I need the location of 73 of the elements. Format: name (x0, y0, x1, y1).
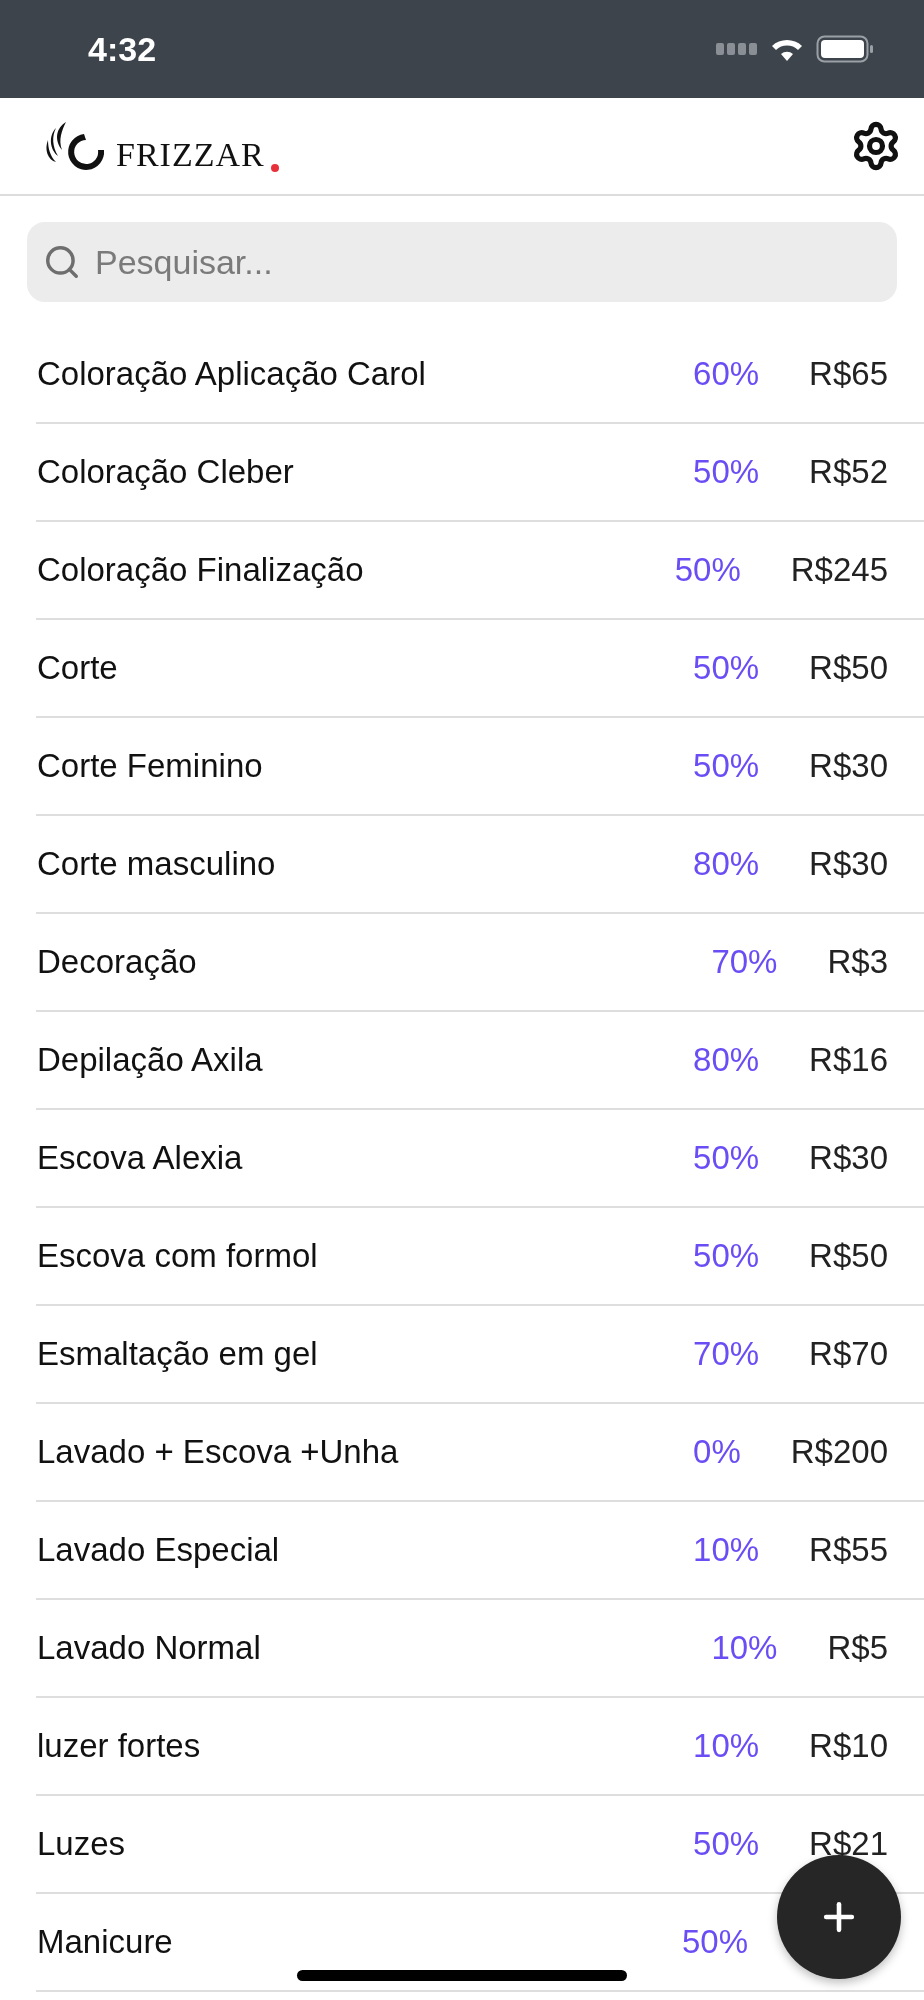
commission-percent: 50% (681, 1923, 748, 1961)
commission-percent: 50% (693, 1825, 760, 1863)
commission-percent: 0% (693, 1433, 741, 1471)
signal-icon (716, 43, 758, 55)
commission-percent: 50% (693, 1139, 760, 1177)
service-row[interactable]: Lavado Especial 10% R$55 (36, 1502, 924, 1600)
commission-percent: 50% (674, 551, 741, 589)
service-price: R$50 (809, 1237, 888, 1275)
service-row[interactable]: Lavado + Escova +Unha 0% R$200 (36, 1404, 924, 1502)
service-name: Coloração Cleber (37, 453, 295, 491)
logo-dot-icon (270, 164, 279, 172)
service-row[interactable]: Corte 50% R$50 (36, 620, 924, 718)
service-name: Corte masculino (37, 845, 277, 883)
service-name: Lavado Especial (37, 1531, 281, 1569)
service-name: Lavado + Escova +Unha (37, 1433, 400, 1471)
commission-percent: 50% (693, 649, 760, 687)
service-price: R$16 (809, 1041, 888, 1079)
service-name: Escova Alexia (37, 1139, 244, 1177)
service-row[interactable]: luzer fortes 10% R$10 (36, 1698, 924, 1796)
service-price: R$70 (809, 1335, 888, 1373)
service-row[interactable]: Coloração Aplicação Carol 60% R$65 (36, 326, 924, 424)
service-name: Esmaltação em gel (37, 1335, 319, 1373)
search-icon (43, 243, 81, 281)
service-price: R$30 (809, 845, 888, 883)
battery-icon (816, 35, 874, 63)
commission-percent: 70% (711, 943, 778, 981)
commission-percent: 50% (693, 1237, 760, 1275)
add-button[interactable] (777, 1855, 901, 1979)
search-field[interactable]: Pesquisar... (27, 222, 897, 302)
service-row[interactable]: Corte Feminino 50% R$30 (36, 718, 924, 816)
service-row[interactable]: Decoração 70% R$3 (36, 914, 924, 1012)
service-price: R$52 (809, 453, 888, 491)
service-price: R$10 (809, 1727, 888, 1765)
service-price: R$21 (809, 1825, 888, 1863)
commission-percent: 70% (693, 1335, 760, 1373)
service-row[interactable]: Coloração Finalização 50% R$245 (36, 522, 924, 620)
service-row[interactable]: Coloração Cleber 50% R$52 (36, 424, 924, 522)
logo-text: FRIZZAR (116, 138, 265, 172)
service-price: R$65 (809, 355, 888, 393)
service-name: Depilação Axila (37, 1041, 264, 1079)
service-price: R$30 (809, 747, 888, 785)
commission-percent: 10% (711, 1629, 778, 1667)
service-row[interactable]: Escova Alexia 50% R$30 (36, 1110, 924, 1208)
commission-percent: 60% (693, 355, 760, 393)
service-name: Lavado Normal (37, 1629, 262, 1667)
service-name: Coloração Finalização (37, 551, 365, 589)
service-row[interactable]: Depilação Axila 80% R$16 (36, 1012, 924, 1110)
service-name: luzer fortes (37, 1727, 202, 1765)
service-price: R$55 (809, 1531, 888, 1569)
service-price: R$5 (827, 1629, 888, 1667)
commission-percent: 50% (693, 747, 760, 785)
service-name: Corte (37, 649, 119, 687)
service-name: Coloração Aplicação Carol (37, 355, 427, 393)
service-name: Decoração (37, 943, 198, 981)
service-row[interactable]: Lavado Normal 10% R$5 (36, 1600, 924, 1698)
service-row[interactable]: Corte masculino 80% R$30 (36, 816, 924, 914)
service-name: Corte Feminino (37, 747, 264, 785)
commission-percent: 10% (693, 1531, 760, 1569)
service-price: R$50 (809, 649, 888, 687)
commission-percent: 50% (693, 453, 760, 491)
service-price: R$30 (809, 1139, 888, 1177)
service-price: R$245 (790, 551, 888, 589)
commission-percent: 80% (693, 1041, 760, 1079)
service-name: Luzes (37, 1825, 127, 1863)
status-time: 4:32 (88, 29, 157, 69)
service-row[interactable]: Escova com formol 50% R$50 (36, 1208, 924, 1306)
service-name: Escova com formol (37, 1237, 319, 1275)
service-row[interactable]: Esmaltação em gel 70% R$70 (36, 1306, 924, 1404)
commission-percent: 80% (693, 845, 760, 883)
service-price: R$3 (827, 943, 888, 981)
commission-percent: 10% (693, 1727, 760, 1765)
service-price: R$200 (790, 1433, 888, 1471)
service-name: Manicure (37, 1923, 174, 1961)
